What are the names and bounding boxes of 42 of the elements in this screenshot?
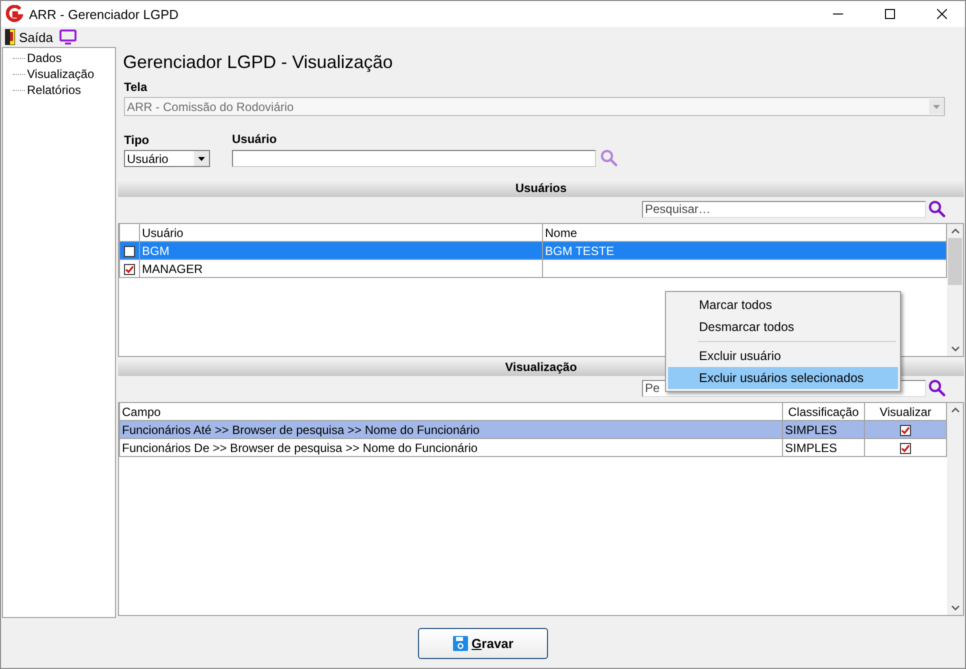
checkbox[interactable]: [900, 442, 911, 454]
table-cell: Funcionários De >> Browser de pesquisa >> Nome do Funcionário: [120, 438, 782, 456]
table-cell: BGM TESTE: [542, 242, 946, 260]
tree-item[interactable]: Dados: [27, 51, 62, 65]
tree-item[interactable]: Relatórios: [27, 83, 82, 97]
save-button[interactable]: Gravar: [418, 628, 548, 658]
door-icon: [5, 29, 15, 45]
search-icon[interactable]: [928, 379, 946, 397]
type-dropdown[interactable]: Usuário: [124, 150, 210, 167]
exit-button[interactable]: Saída: [5, 29, 53, 45]
app-logo-icon: [5, 5, 23, 23]
table-cell: Funcionários Até >> Browser de pesquisa >> Nome do Funcionário: [120, 420, 782, 438]
dropdown-arrow-icon: [198, 156, 205, 160]
user-input-field[interactable]: [232, 150, 596, 166]
scroll-up-icon[interactable]: [950, 228, 960, 234]
maximize-icon: [885, 9, 895, 19]
section-header: Usuários: [118, 179, 964, 197]
scroll-down-icon[interactable]: [950, 346, 960, 352]
page-heading: Gerenciador LGPD - Visualização: [122, 51, 394, 74]
checkbox[interactable]: [124, 246, 135, 257]
menu-item[interactable]: Desmarcar todos: [668, 316, 898, 338]
field-label: Tela: [124, 80, 148, 94]
scrollbar[interactable]: [947, 224, 963, 356]
search-field[interactable]: Pesquisar…: [642, 200, 926, 218]
field-label: Usuário: [232, 132, 278, 146]
search-icon[interactable]: [928, 200, 946, 218]
table-cell: BGM: [140, 242, 542, 260]
menu-item[interactable]: Marcar todos: [668, 294, 898, 316]
tree-item[interactable]: Visualização: [27, 67, 94, 81]
scrollbar[interactable]: [947, 403, 963, 615]
dropdown-arrow-icon: [933, 104, 940, 108]
table-cell: SIMPLES: [782, 420, 864, 438]
table-cell: SIMPLES: [782, 438, 864, 456]
table-cell: MANAGER: [140, 260, 542, 278]
window-title: ARR - Gerenciador LGPD: [29, 6, 180, 22]
scroll-up-icon[interactable]: [950, 407, 960, 413]
scroll-down-icon[interactable]: [950, 605, 960, 611]
field-label: Tipo: [124, 133, 150, 147]
close-icon: [937, 9, 947, 19]
checkbox[interactable]: [900, 424, 911, 436]
checkbox[interactable]: [124, 264, 135, 275]
monitor-icon[interactable]: [58, 29, 77, 45]
